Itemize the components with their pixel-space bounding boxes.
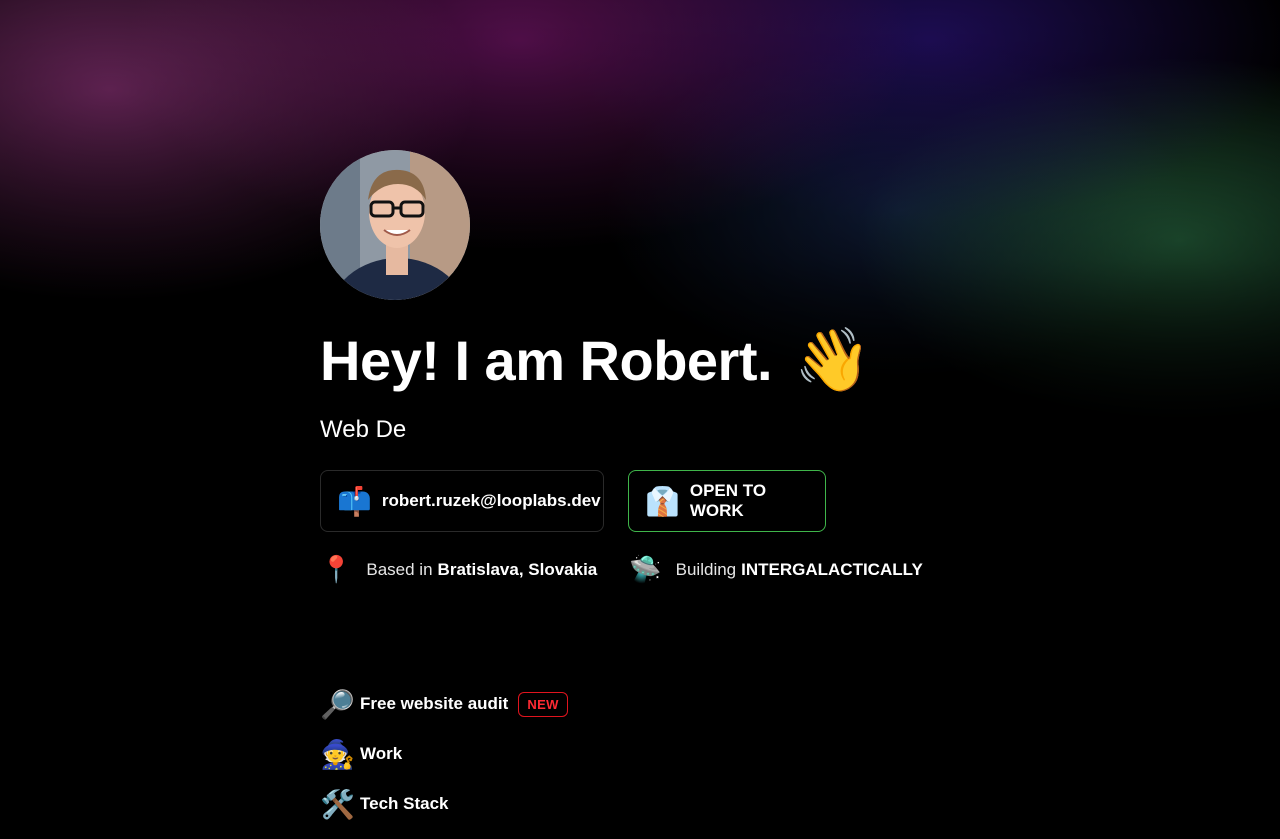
- menu-item-tech-stack[interactable]: 🛠️ Tech Stack: [320, 788, 960, 820]
- page-title: Hey! I am Robert. 👋: [320, 326, 960, 396]
- new-badge: NEW: [518, 691, 568, 717]
- ufo-icon: 🛸: [629, 554, 662, 584]
- pin-icon: 📍: [320, 554, 353, 584]
- building-value: INTERGALACTICALLY: [741, 559, 923, 579]
- avatar-portrait-icon: [320, 150, 470, 300]
- location-info: 📍 Based in Bratislava, Slovakia: [320, 554, 597, 585]
- tools-icon: 🛠️: [320, 788, 355, 820]
- magnifier-icon: 🔎: [320, 688, 355, 720]
- hero-section: Hey! I am Robert. 👋 Web De 📫 robert.ruze…: [320, 150, 960, 839]
- location-value: Bratislava, Slovakia: [437, 559, 598, 579]
- email-link[interactable]: robert.ruzek@looplabs.dev: [382, 491, 601, 511]
- necktie-icon: 👔: [645, 485, 680, 517]
- building-prefix: Building: [675, 559, 737, 579]
- open-to-work-label: OPEN TO WORK: [689, 481, 767, 520]
- menu-item-label: Free website audit: [360, 694, 509, 713]
- greeting-text: Hey! I am Robert.: [320, 329, 773, 392]
- wizard-icon: 🧙: [320, 738, 355, 770]
- menu-item-label: Tech Stack: [360, 794, 449, 813]
- building-info: 🛸 Building INTERGALACTICALLY: [629, 554, 923, 585]
- contact-cards: 📫 robert.ruzek@looplabs.dev 👔 OPEN TO WO…: [320, 470, 960, 532]
- menu-item-free-website-audit[interactable]: 🔎 Free website audit NEW: [320, 688, 960, 720]
- location-prefix: Based in: [366, 559, 433, 579]
- menu-item-label: Work: [360, 744, 403, 763]
- menu-item-work[interactable]: 🧙 Work: [320, 738, 960, 770]
- avatar: [320, 150, 470, 300]
- meta-info: 📍 Based in Bratislava, Slovakia 🛸 Buildi…: [320, 554, 960, 585]
- role-subtitle: Web De: [320, 416, 407, 443]
- waving-hand-icon: 👋: [794, 326, 871, 395]
- open-to-work-card[interactable]: 👔 OPEN TO WORK: [628, 470, 826, 532]
- email-card[interactable]: 📫 robert.ruzek@looplabs.dev: [320, 470, 604, 532]
- mailbox-icon: 📫: [337, 485, 372, 517]
